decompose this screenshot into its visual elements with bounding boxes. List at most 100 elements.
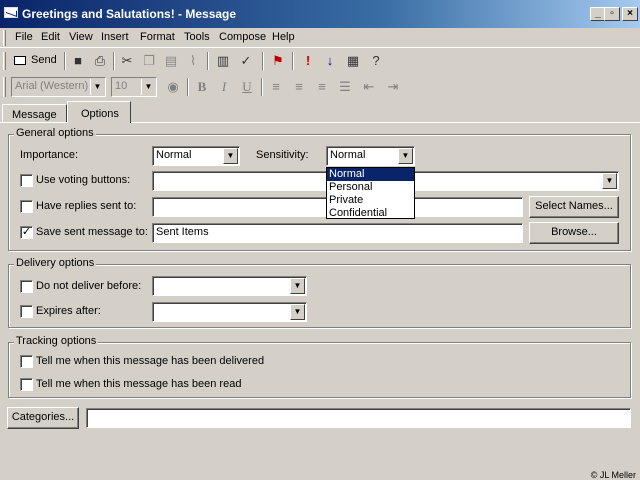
voting-label: Use voting buttons: bbox=[36, 174, 131, 186]
increase-indent-icon[interactable]: ⇥ bbox=[383, 77, 403, 97]
toolbar-separator bbox=[187, 78, 189, 96]
bullets-icon[interactable]: ☰ bbox=[335, 77, 355, 97]
paste-icon[interactable]: ▤ bbox=[161, 51, 181, 71]
voting-checkbox[interactable] bbox=[20, 174, 33, 187]
flag-icon[interactable]: ⚑ bbox=[268, 51, 288, 71]
replies-checkbox[interactable] bbox=[20, 200, 33, 213]
general-options-title: General options bbox=[14, 127, 96, 139]
toolbar-separator bbox=[292, 52, 294, 70]
attach-icon[interactable]: ⌇ bbox=[183, 51, 203, 71]
font-name-combo[interactable]: Arial (Western) ▼ bbox=[11, 77, 106, 97]
italic-button[interactable]: I bbox=[214, 77, 234, 97]
chevron-down-icon[interactable]: ▼ bbox=[398, 148, 413, 164]
tab-options[interactable]: Options bbox=[67, 101, 131, 123]
menu-insert[interactable]: Insert bbox=[101, 31, 129, 43]
help-icon[interactable]: ? bbox=[366, 51, 386, 71]
chevron-down-icon: ▼ bbox=[141, 79, 155, 95]
delivered-receipt-checkbox[interactable] bbox=[20, 355, 33, 368]
chevron-down-icon[interactable]: ▼ bbox=[602, 173, 617, 189]
send-button[interactable]: Send bbox=[12, 52, 62, 70]
toolbar-separator bbox=[262, 52, 264, 70]
align-center-icon[interactable]: ≡ bbox=[289, 77, 309, 97]
menu-file[interactable]: File bbox=[15, 31, 33, 43]
save-sent-folder-field[interactable]: Sent Items bbox=[152, 223, 523, 243]
decrease-indent-icon[interactable]: ⇤ bbox=[359, 77, 379, 97]
save-sent-checkbox[interactable]: ✓ bbox=[20, 226, 33, 239]
replies-label: Have replies sent to: bbox=[36, 200, 137, 212]
sensitivity-option-private[interactable]: Private bbox=[327, 194, 414, 207]
delivered-receipt-label: Tell me when this message has been deliv… bbox=[36, 355, 265, 367]
sensitivity-value: Normal bbox=[330, 149, 366, 161]
window-title: Greetings and Salutations! - Message bbox=[22, 7, 237, 21]
read-receipt-label: Tell me when this message has been read bbox=[36, 378, 242, 390]
font-color-icon[interactable]: ◉ bbox=[163, 77, 183, 97]
importance-select[interactable]: Normal ▼ bbox=[152, 146, 240, 166]
chevron-down-icon: ▼ bbox=[90, 79, 104, 95]
menu-view[interactable]: View bbox=[69, 31, 93, 43]
toolbar-separator bbox=[113, 52, 115, 70]
font-name-value: Arial (Western) bbox=[15, 80, 89, 92]
underline-button[interactable]: U bbox=[237, 77, 257, 97]
font-size-combo[interactable]: 10 ▼ bbox=[111, 77, 157, 97]
menu-format[interactable]: Format bbox=[140, 31, 175, 43]
chevron-down-icon[interactable]: ▼ bbox=[223, 148, 238, 164]
toolbar-separator bbox=[64, 52, 66, 70]
importance-label: Importance: bbox=[20, 149, 79, 161]
message-envelope-icon bbox=[4, 7, 18, 18]
sensitivity-option-normal[interactable]: Normal bbox=[327, 168, 414, 181]
align-left-icon[interactable]: ≡ bbox=[266, 77, 286, 97]
sensitivity-option-personal[interactable]: Personal bbox=[327, 181, 414, 194]
sensitivity-select[interactable]: Normal ▼ bbox=[326, 146, 415, 166]
menu-compose[interactable]: Compose bbox=[219, 31, 266, 43]
low-importance-icon[interactable]: ↓ bbox=[320, 51, 340, 71]
bold-button[interactable]: B bbox=[192, 77, 212, 97]
toolbar-separator bbox=[207, 52, 209, 70]
toolbar-grip bbox=[3, 52, 6, 70]
address-book-icon[interactable]: ▥ bbox=[213, 51, 233, 71]
browse-button[interactable]: Browse... bbox=[529, 222, 619, 244]
chevron-down-icon[interactable]: ▼ bbox=[290, 278, 305, 294]
cut-icon[interactable]: ✂ bbox=[117, 51, 137, 71]
not-before-label: Do not deliver before: bbox=[36, 280, 142, 292]
expires-date-field[interactable]: ▼ bbox=[152, 302, 307, 322]
copy-icon[interactable]: ❐ bbox=[139, 51, 159, 71]
menu-help[interactable]: Help bbox=[272, 31, 295, 43]
toolbar-separator bbox=[261, 78, 263, 96]
expires-checkbox[interactable] bbox=[20, 305, 33, 318]
menu-bar: File Edit View Insert Format Tools Compo… bbox=[0, 28, 640, 48]
categories-button[interactable]: Categories... bbox=[7, 407, 79, 429]
sensitivity-dropdown-list: Normal Personal Private Confidential bbox=[326, 167, 415, 219]
menubar-grip bbox=[3, 30, 6, 46]
options-icon[interactable]: ▦ bbox=[343, 51, 363, 71]
menu-edit[interactable]: Edit bbox=[41, 31, 60, 43]
print-icon[interactable]: ⎙ bbox=[90, 51, 110, 71]
send-label: Send bbox=[31, 54, 57, 66]
save-icon[interactable]: ■ bbox=[68, 51, 88, 71]
sensitivity-option-confidential[interactable]: Confidential bbox=[327, 207, 414, 220]
check-names-icon[interactable]: ✓ bbox=[236, 51, 256, 71]
chevron-down-icon[interactable]: ▼ bbox=[290, 304, 305, 320]
not-before-checkbox[interactable] bbox=[20, 280, 33, 293]
not-before-date-field[interactable]: ▼ bbox=[152, 276, 307, 296]
align-right-icon[interactable]: ≡ bbox=[312, 77, 332, 97]
credit-text: © JL Meller bbox=[590, 470, 636, 480]
menu-tools[interactable]: Tools bbox=[184, 31, 210, 43]
select-names-button[interactable]: Select Names... bbox=[529, 196, 619, 218]
close-button[interactable]: × bbox=[622, 7, 638, 21]
save-sent-label: Save sent message to: bbox=[36, 226, 148, 238]
expires-label: Expires after: bbox=[36, 305, 101, 317]
toolbar-grip bbox=[3, 77, 6, 97]
send-icon bbox=[14, 56, 26, 65]
tab-message[interactable]: Message bbox=[2, 104, 67, 123]
categories-field[interactable] bbox=[86, 408, 631, 428]
title-bar: Greetings and Salutations! - Message _ ▫… bbox=[0, 0, 640, 28]
font-size-value: 10 bbox=[115, 80, 128, 92]
formatting-toolbar: Arial (Western) ▼ 10 ▼ ◉ B I U ≡ ≡ ≡ ☰ ⇤… bbox=[0, 74, 640, 100]
restore-button[interactable]: ▫ bbox=[604, 7, 620, 21]
standard-toolbar: Send ■ ⎙ ✂ ❐ ▤ ⌇ ▥ ✓ ⚑ ! ↓ ▦ ? bbox=[0, 49, 640, 73]
importance-value: Normal bbox=[156, 149, 192, 161]
sensitivity-label: Sensitivity: bbox=[256, 149, 309, 161]
read-receipt-checkbox[interactable] bbox=[20, 378, 33, 391]
tracking-options-title: Tracking options bbox=[14, 335, 99, 347]
high-importance-icon[interactable]: ! bbox=[298, 51, 318, 71]
